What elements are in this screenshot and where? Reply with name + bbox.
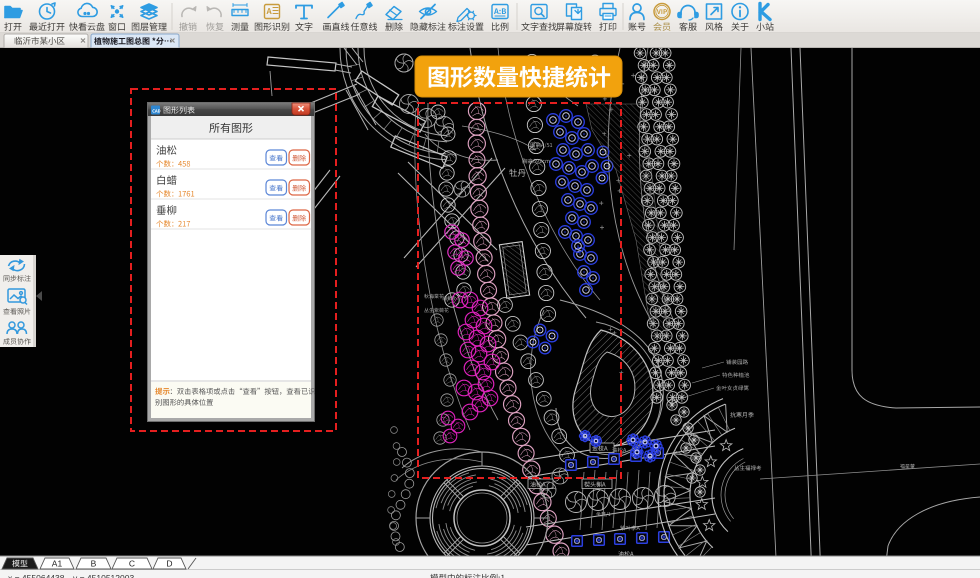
svg-text:D: D (166, 559, 172, 569)
svg-text:x = 455064438 y = 4510512003: x = 455064438 y = 4510512003 (8, 573, 134, 578)
svg-text:A1: A1 (52, 559, 63, 569)
svg-text:C: C (129, 559, 135, 569)
svg-text:B: B (91, 559, 97, 569)
